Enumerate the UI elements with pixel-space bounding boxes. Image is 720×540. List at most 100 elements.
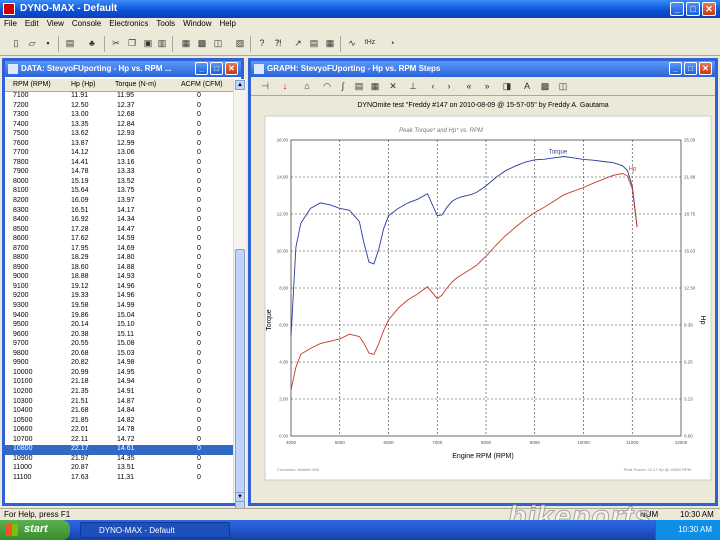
open-icon[interactable]: ▱: [26, 37, 38, 49]
hide-icon[interactable]: ✕: [387, 80, 399, 92]
table-icon[interactable]: ▤: [308, 37, 320, 49]
table-row[interactable]: 10500 21.85 14.82 0: [5, 417, 233, 427]
menu-edit[interactable]: Edit: [21, 18, 43, 29]
table-row[interactable]: 8700 17.95 14.69 0: [5, 245, 233, 255]
col-hp[interactable]: Hp (Hp): [71, 81, 96, 88]
book-icon[interactable]: ▥: [156, 37, 168, 49]
data-close-button[interactable]: ✕: [225, 62, 238, 75]
help-icon[interactable]: ?: [256, 37, 268, 49]
table-row[interactable]: 8600 17.62 14.59 0: [5, 235, 233, 245]
left-icon[interactable]: ‹: [427, 80, 439, 92]
table-icon[interactable]: ▤: [353, 80, 365, 92]
table-row[interactable]: 11100 17.63 11.31 0: [5, 474, 233, 484]
print-icon[interactable]: ▩: [196, 37, 208, 49]
menu-help[interactable]: Help: [216, 18, 240, 29]
col-torque[interactable]: Torque (N-m): [115, 81, 156, 88]
grid-icon[interactable]: ▦: [324, 37, 336, 49]
pin-icon[interactable]: ⊣: [259, 80, 271, 92]
table-row[interactable]: 7100 11.91 11.95 0: [5, 92, 233, 102]
curve-icon[interactable]: ∫: [337, 80, 349, 92]
paste-icon[interactable]: ▣: [142, 37, 154, 49]
copy-icon[interactable]: ❐: [126, 37, 138, 49]
double-left-icon[interactable]: «: [463, 80, 475, 92]
table-row[interactable]: 8300 16.51 14.17 0: [5, 207, 233, 217]
table-row[interactable]: 9600 20.38 15.11 0: [5, 331, 233, 341]
menu-tools[interactable]: Tools: [152, 18, 179, 29]
tree-icon[interactable]: ♣: [86, 37, 98, 49]
scroll-thumb[interactable]: [235, 249, 245, 509]
table-row[interactable]: 7600 13.87 12.99 0: [5, 140, 233, 150]
graph-close-button[interactable]: ✕: [699, 62, 712, 75]
book-icon[interactable]: ▦: [180, 37, 192, 49]
table-row[interactable]: 9400 19.86 15.04 0: [5, 312, 233, 322]
table-row[interactable]: 7300 13.00 12.68 0: [5, 111, 233, 121]
scroll-up-icon[interactable]: ▲: [235, 80, 245, 90]
table-row[interactable]: 11000 20.87 13.51 0: [5, 464, 233, 474]
table-row[interactable]: 10000 20.99 14.95 0: [5, 369, 233, 379]
table-row[interactable]: 9800 20.68 15.03 0: [5, 350, 233, 360]
table-row[interactable]: 10300 21.51 14.87 0: [5, 398, 233, 408]
table-row[interactable]: 10900 21.97 14.35 0: [5, 455, 233, 465]
print-icon[interactable]: ▩: [539, 80, 551, 92]
preview-icon[interactable]: ◫: [212, 37, 224, 49]
menu-file[interactable]: File: [0, 18, 21, 29]
table-row[interactable]: 9000 18.88 14.93 0: [5, 273, 233, 283]
graph-maximize-button[interactable]: □: [684, 62, 697, 75]
table-row[interactable]: 10800 22.17 14.61 0: [5, 445, 233, 455]
folder-icon[interactable]: ▤: [64, 37, 76, 49]
waveform-icon[interactable]: ∿: [346, 37, 358, 49]
table-row[interactable]: 9700 20.55 15.08 0: [5, 340, 233, 350]
fill-icon[interactable]: ◨: [501, 80, 513, 92]
table-row[interactable]: 10200 21.35 14.91 0: [5, 388, 233, 398]
menu-view[interactable]: View: [43, 18, 68, 29]
table-row[interactable]: 7800 14.41 13.16 0: [5, 159, 233, 169]
table-row[interactable]: 9300 19.58 14.99 0: [5, 302, 233, 312]
clipboard-icon[interactable]: ▨: [234, 37, 246, 49]
table-row[interactable]: 8400 16.92 14.34 0: [5, 216, 233, 226]
col-acfm[interactable]: ACFM (CFM): [181, 81, 223, 88]
preview-icon[interactable]: ◫: [557, 80, 569, 92]
double-right-icon[interactable]: »: [481, 80, 493, 92]
table-row[interactable]: 10100 21.18 14.94 0: [5, 378, 233, 388]
table-row[interactable]: 7700 14.12 13.06 0: [5, 149, 233, 159]
table-row[interactable]: 10600 22.01 14.78 0: [5, 426, 233, 436]
minimize-button[interactable]: _: [670, 2, 684, 16]
table-row[interactable]: 8000 15.19 13.52 0: [5, 178, 233, 188]
grid-icon[interactable]: ▦: [369, 80, 381, 92]
table-row[interactable]: 8200 16.09 13.97 0: [5, 197, 233, 207]
table-row[interactable]: 10400 21.68 14.84 0: [5, 407, 233, 417]
table-row[interactable]: 7200 12.50 12.37 0: [5, 102, 233, 112]
data-vertical-scrollbar[interactable]: ▲ ▼: [233, 79, 246, 509]
data-maximize-button[interactable]: □: [210, 62, 223, 75]
arrow-icon[interactable]: ↓: [279, 80, 291, 92]
table-row[interactable]: 9500 20.14 15.10 0: [5, 321, 233, 331]
shape-icon[interactable]: ⌂: [301, 80, 313, 92]
pointer-help-icon[interactable]: ⁈: [272, 37, 284, 49]
cut-icon[interactable]: ✂: [110, 37, 122, 49]
table-row[interactable]: 8100 15.64 13.75 0: [5, 187, 233, 197]
table-row[interactable]: 8500 17.28 14.47 0: [5, 226, 233, 236]
table-row[interactable]: 7500 13.62 12.93 0: [5, 130, 233, 140]
table-row[interactable]: 9100 19.12 14.96 0: [5, 283, 233, 293]
table-row[interactable]: 9900 20.82 14.98 0: [5, 359, 233, 369]
menu-window[interactable]: Window: [179, 18, 215, 29]
start-button[interactable]: start: [0, 520, 70, 540]
scroll-down-icon[interactable]: ▼: [235, 492, 245, 502]
table-row[interactable]: 8900 18.60 14.88 0: [5, 264, 233, 274]
table-row[interactable]: 8800 18.29 14.80 0: [5, 254, 233, 264]
graph-minimize-button[interactable]: _: [669, 62, 682, 75]
save-icon[interactable]: ▪: [42, 37, 54, 49]
col-rpm[interactable]: RPM (RPM): [13, 81, 51, 88]
table-row[interactable]: 9200 19.33 14.96 0: [5, 292, 233, 302]
table-row[interactable]: 7900 14.78 13.33 0: [5, 168, 233, 178]
dyno-chart[interactable]: DYNOmite test "Freddy #147 on 2010-08-09…: [251, 96, 715, 506]
table-row[interactable]: 10700 22.11 14.72 0: [5, 436, 233, 446]
right-icon[interactable]: ›: [443, 80, 455, 92]
chart-icon[interactable]: ↗: [292, 37, 304, 49]
close-button[interactable]: ✕: [702, 2, 716, 16]
rainbow-icon[interactable]: ◠: [321, 80, 333, 92]
data-minimize-button[interactable]: _: [195, 62, 208, 75]
menu-console[interactable]: Console: [68, 18, 105, 29]
table-row[interactable]: 7400 13.35 12.84 0: [5, 121, 233, 131]
menu-electronics[interactable]: Electronics: [105, 18, 152, 29]
